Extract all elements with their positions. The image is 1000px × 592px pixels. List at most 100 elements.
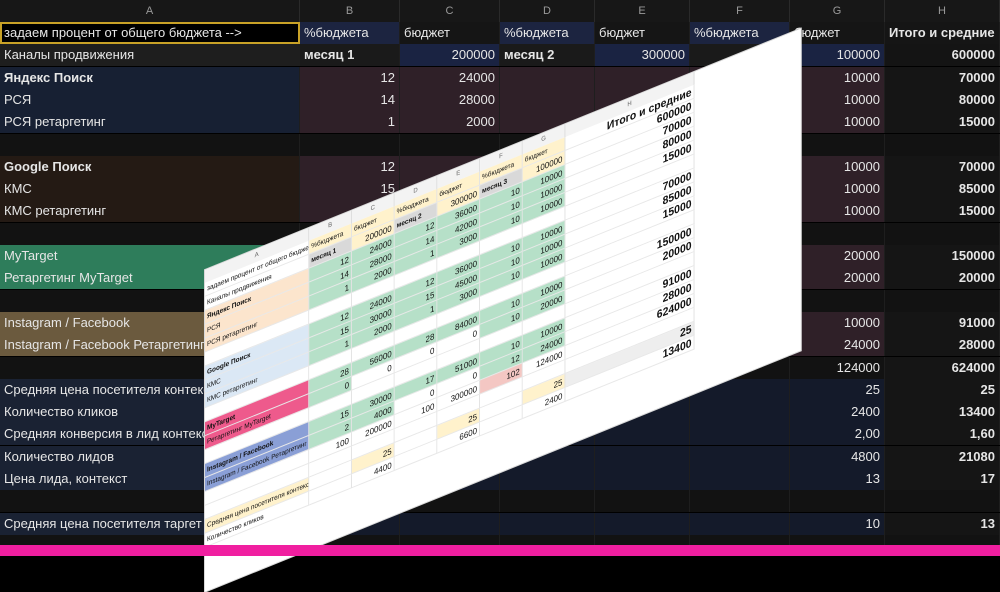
table-cell[interactable] — [500, 512, 595, 535]
table-cell[interactable] — [790, 222, 885, 245]
table-cell[interactable]: 85000 — [885, 178, 1000, 201]
table-cell[interactable]: 13 — [885, 512, 1000, 535]
table-cell[interactable]: 2000 — [400, 111, 500, 134]
selected-cell[interactable]: задаем процент от общего бюджета --> — [0, 22, 300, 44]
table-cell[interactable] — [500, 468, 595, 490]
table-cell[interactable]: Каналы продвижения — [0, 44, 300, 67]
table-cell[interactable]: 10000 — [790, 178, 885, 201]
table-cell[interactable]: 25 — [790, 378, 885, 401]
table-cell[interactable] — [500, 490, 595, 513]
table-cell[interactable]: месяц 1 — [300, 44, 400, 67]
table-cell[interactable] — [790, 289, 885, 312]
table-cell[interactable]: 10000 — [790, 311, 885, 334]
table-cell[interactable] — [690, 512, 790, 535]
table-cell[interactable] — [595, 490, 690, 513]
table-cell[interactable]: месяц 2 — [500, 44, 595, 67]
table-cell[interactable]: 13400 — [885, 401, 1000, 424]
table-cell[interactable] — [690, 490, 790, 513]
table-cell[interactable]: 150000 — [885, 245, 1000, 267]
table-cell[interactable]: Яндекс Поиск — [0, 66, 300, 89]
table-cell[interactable]: 17 — [885, 468, 1000, 490]
table-cell[interactable]: бюджет — [595, 22, 690, 44]
table-cell[interactable] — [885, 133, 1000, 156]
table-cell[interactable] — [690, 534, 790, 545]
table-cell[interactable]: 10000 — [790, 111, 885, 134]
column-letter-g[interactable]: G — [790, 0, 885, 22]
table-cell[interactable]: 25 — [885, 378, 1000, 401]
table-cell[interactable]: 20000 — [790, 245, 885, 267]
table-cell[interactable]: %бюджета — [500, 22, 595, 44]
column-letter-e[interactable]: E — [595, 0, 690, 22]
table-cell[interactable] — [595, 468, 690, 490]
table-cell[interactable] — [690, 401, 790, 424]
table-cell[interactable] — [500, 534, 595, 545]
table-cell[interactable] — [500, 66, 595, 89]
table-cell[interactable]: КМС — [0, 178, 300, 201]
table-cell[interactable] — [690, 423, 790, 446]
table-cell[interactable] — [885, 490, 1000, 513]
table-cell[interactable]: 70000 — [885, 66, 1000, 89]
table-cell[interactable] — [400, 512, 500, 535]
table-cell[interactable]: 124000 — [790, 356, 885, 379]
table-cell[interactable] — [790, 133, 885, 156]
table-cell[interactable]: КМС ретаргетинг — [0, 200, 300, 223]
table-cell[interactable]: 12 — [300, 155, 400, 178]
column-letter-a[interactable]: A — [0, 0, 300, 22]
table-cell[interactable]: 24000 — [400, 66, 500, 89]
table-cell[interactable]: 20000 — [790, 267, 885, 290]
table-cell[interactable]: 20000 — [885, 267, 1000, 290]
table-cell[interactable]: бюджет — [400, 22, 500, 44]
table-cell[interactable]: 1,60 — [885, 423, 1000, 446]
table-cell[interactable]: 14 — [300, 88, 400, 111]
column-letter-d[interactable]: D — [500, 0, 595, 22]
table-cell[interactable]: РСЯ — [0, 88, 300, 111]
table-cell[interactable]: 10000 — [790, 155, 885, 178]
table-cell[interactable] — [595, 512, 690, 535]
table-cell[interactable]: 624000 — [885, 356, 1000, 379]
table-cell[interactable]: 600000 — [885, 44, 1000, 67]
table-cell[interactable]: Итого и средние — [885, 22, 1000, 44]
table-cell[interactable]: 21080 — [885, 445, 1000, 468]
table-cell[interactable]: 2,00 — [790, 423, 885, 446]
table-cell[interactable] — [885, 222, 1000, 245]
column-letter-c[interactable]: C — [400, 0, 500, 22]
table-cell[interactable]: Google Поиск — [0, 155, 300, 178]
table-cell[interactable]: 13 — [790, 468, 885, 490]
table-cell[interactable] — [790, 534, 885, 545]
table-cell[interactable] — [690, 468, 790, 490]
table-cell[interactable] — [885, 534, 1000, 545]
table-cell[interactable]: 91000 — [885, 311, 1000, 334]
table-cell[interactable]: %бюджета — [300, 22, 400, 44]
table-cell[interactable]: 4800 — [790, 445, 885, 468]
table-cell[interactable] — [300, 133, 400, 156]
table-cell[interactable]: 10000 — [790, 200, 885, 223]
table-cell[interactable]: 12 — [300, 66, 400, 89]
table-cell[interactable]: 2400 — [790, 401, 885, 424]
table-cell[interactable] — [595, 445, 690, 468]
table-cell[interactable]: 24000 — [790, 334, 885, 357]
table-cell[interactable]: 10 — [790, 512, 885, 535]
column-letter-h[interactable]: H — [885, 0, 1000, 22]
table-cell[interactable]: 10000 — [790, 88, 885, 111]
table-cell[interactable]: 28000 — [400, 88, 500, 111]
table-cell[interactable] — [690, 445, 790, 468]
table-cell[interactable]: 1 — [300, 111, 400, 134]
table-cell[interactable] — [595, 534, 690, 545]
table-cell[interactable]: 300000 — [595, 44, 690, 67]
column-letter-b[interactable]: B — [300, 0, 400, 22]
column-letter-f[interactable]: F — [690, 0, 790, 22]
table-cell[interactable] — [790, 490, 885, 513]
table-cell[interactable]: 80000 — [885, 88, 1000, 111]
table-cell[interactable]: бюджет — [790, 22, 885, 44]
table-cell[interactable]: 70000 — [885, 155, 1000, 178]
table-cell[interactable] — [400, 534, 500, 545]
table-cell[interactable]: 28000 — [885, 334, 1000, 357]
table-cell[interactable] — [400, 133, 500, 156]
table-cell[interactable]: 15000 — [885, 200, 1000, 223]
table-cell[interactable]: 100000 — [790, 44, 885, 67]
table-cell[interactable] — [500, 88, 595, 111]
table-cell[interactable] — [885, 289, 1000, 312]
table-cell[interactable] — [0, 133, 300, 156]
table-cell[interactable] — [0, 222, 300, 245]
table-cell[interactable]: РСЯ ретаргетинг — [0, 111, 300, 134]
